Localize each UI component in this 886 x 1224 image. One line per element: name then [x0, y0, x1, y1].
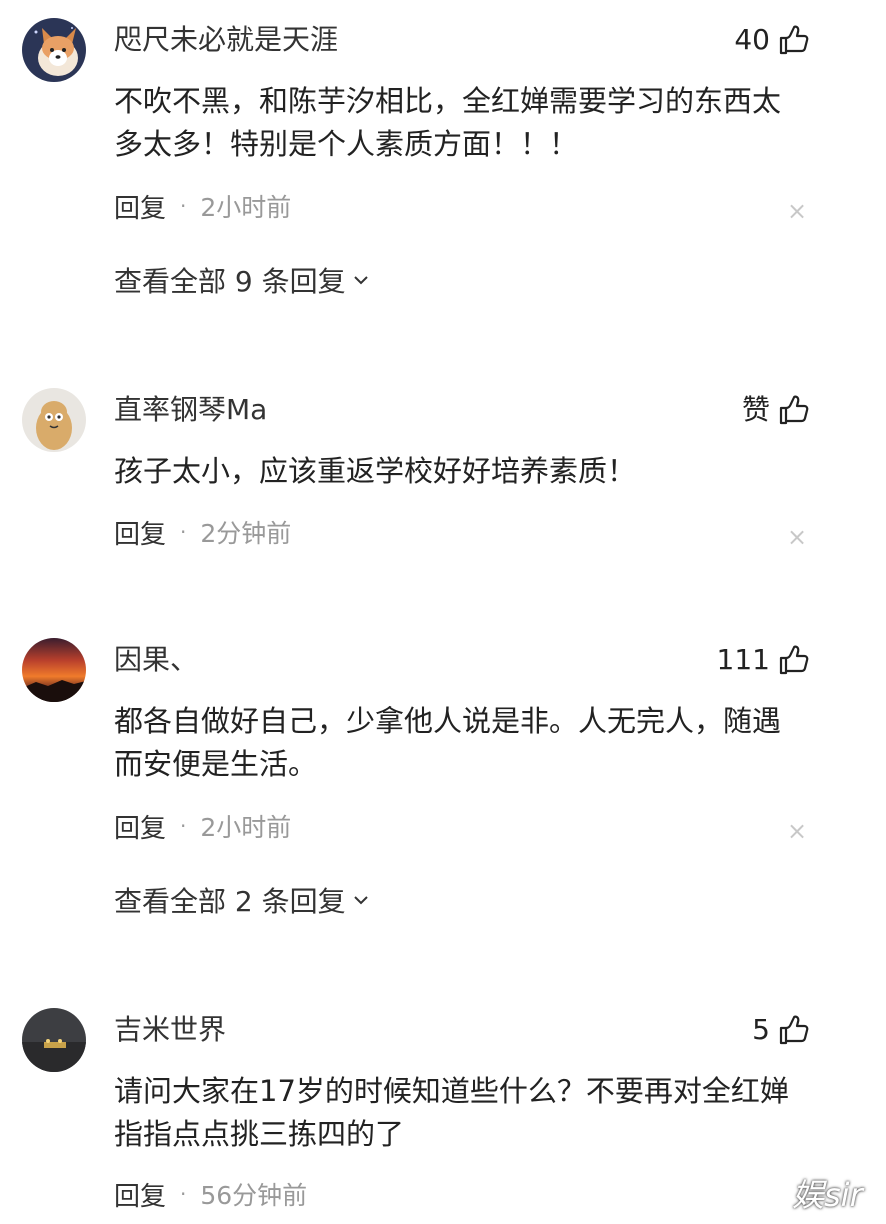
avatar[interactable] [22, 638, 86, 702]
view-replies-label: 查看全部 9 条回复 [114, 265, 346, 298]
separator-dot: · [180, 194, 187, 218]
username[interactable]: 直率钢琴Ma [114, 392, 267, 428]
view-replies-link[interactable]: 查看全部 9 条回复 [114, 260, 372, 300]
chevron-down-icon [353, 896, 368, 905]
comment-list: 咫尺未必就是天涯 40 不吹不黑，和陈芋汐相比，全红婵需要学习的东西太多太多！特… [0, 0, 886, 1224]
separator-dot: · [180, 814, 187, 838]
view-replies-link[interactable]: 查看全部 2 条回复 [114, 880, 372, 920]
like-button[interactable]: 赞 [742, 392, 810, 428]
avatar[interactable] [22, 388, 86, 452]
reply-button[interactable]: 回复 [114, 188, 166, 225]
separator-dot: · [180, 1182, 187, 1206]
close-icon[interactable]: × [786, 819, 808, 843]
like-button[interactable]: 111 [717, 642, 810, 678]
comment-text: 孩子太小，应该重返学校好好培养素质！ [114, 454, 637, 488]
chevron-down-icon [353, 276, 368, 285]
comment-meta: 回复 · 2小时前 [114, 188, 291, 224]
like-count: 5 [752, 1013, 770, 1046]
comment-text: 都各自做好自己，少拿他人说是非。人无完人，随遇而安便是生活。 [114, 704, 782, 781]
comment-text: 不吹不黑，和陈芋汐相比，全红婵需要学习的东西太多太多！特别是个人素质方面！！！ [114, 84, 782, 161]
like-count: 40 [734, 23, 770, 56]
thumbs-up-icon [779, 1015, 809, 1045]
timestamp: 2分钟前 [200, 519, 292, 548]
timestamp: 2小时前 [200, 813, 292, 842]
comment-meta: 回复 · 2分钟前 [114, 514, 291, 550]
like-count: 赞 [741, 393, 770, 426]
close-icon[interactable]: × [786, 525, 808, 549]
like-button[interactable]: 5 [752, 1012, 810, 1048]
thumbs-up-icon [779, 645, 809, 675]
watermark: 娱sir [792, 1176, 863, 1214]
avatar[interactable] [22, 1008, 86, 1072]
comment-meta: 回复 · 2小时前 [114, 808, 291, 844]
separator-dot: · [180, 520, 187, 544]
avatar[interactable] [22, 18, 86, 82]
timestamp: 2小时前 [200, 193, 292, 222]
reply-button[interactable]: 回复 [114, 1176, 166, 1213]
username[interactable]: 咫尺未必就是天涯 [114, 22, 338, 58]
timestamp: 56分钟前 [200, 1181, 308, 1210]
like-button[interactable]: 40 [734, 22, 810, 58]
thumbs-up-icon [779, 25, 809, 55]
comment-meta: 回复 · 56分钟前 [114, 1176, 307, 1212]
close-icon[interactable]: × [786, 199, 808, 223]
view-replies-label: 查看全部 2 条回复 [114, 885, 346, 918]
username[interactable]: 因果、 [114, 642, 198, 678]
thumbs-up-icon [779, 395, 809, 425]
reply-button[interactable]: 回复 [114, 514, 166, 551]
reply-button[interactable]: 回复 [114, 808, 166, 845]
like-count: 111 [716, 643, 770, 676]
comment-text: 请问大家在17岁的时候知道些什么？不要再对全红婵指指点点挑三拣四的了 [114, 1074, 789, 1151]
username[interactable]: 吉米世界 [114, 1012, 226, 1048]
